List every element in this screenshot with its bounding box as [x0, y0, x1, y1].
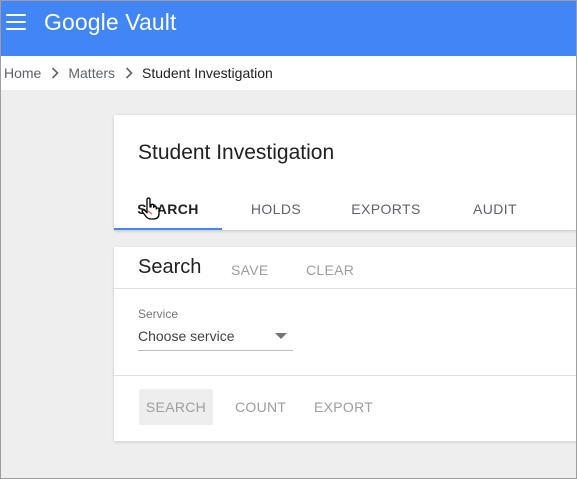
dropdown-arrow-icon: [275, 333, 287, 339]
service-label: Service: [138, 307, 179, 321]
matter-header-card: Student Investigation SEARCH HOLDS EXPOR…: [114, 115, 577, 230]
service-select[interactable]: Choose service: [138, 325, 293, 351]
breadcrumb-matters[interactable]: Matters: [68, 65, 115, 81]
app-title[interactable]: Google Vault: [44, 9, 176, 36]
count-button[interactable]: COUNT: [235, 399, 286, 415]
tab-holds[interactable]: HOLDS: [238, 187, 314, 230]
matter-title: Student Investigation: [138, 141, 335, 164]
export-button[interactable]: EXPORT: [314, 399, 373, 415]
clear-button[interactable]: CLEAR: [306, 262, 354, 278]
tab-exports[interactable]: EXPORTS: [342, 187, 430, 230]
save-button[interactable]: SAVE: [231, 262, 269, 278]
chevron-right-icon: [125, 67, 133, 79]
tab-search[interactable]: SEARCH: [114, 187, 222, 230]
divider: [114, 375, 577, 376]
search-button[interactable]: SEARCH: [139, 389, 213, 425]
matter-tabs: SEARCH HOLDS EXPORTS AUDIT: [114, 187, 577, 230]
search-title: Search: [138, 256, 202, 278]
breadcrumb-current: Student Investigation: [142, 65, 273, 81]
search-card: Search SAVE CLEAR Service Choose service…: [114, 247, 577, 441]
chevron-right-icon: [51, 67, 59, 79]
service-select-value: Choose service: [138, 328, 235, 344]
divider: [114, 288, 577, 289]
breadcrumb-home[interactable]: Home: [4, 65, 41, 81]
tab-audit[interactable]: AUDIT: [460, 187, 530, 230]
active-tab-indicator: [114, 228, 222, 230]
menu-icon[interactable]: [6, 14, 26, 30]
app-bar: Google Vault: [0, 0, 577, 56]
breadcrumb: Home Matters Student Investigation: [0, 56, 577, 90]
